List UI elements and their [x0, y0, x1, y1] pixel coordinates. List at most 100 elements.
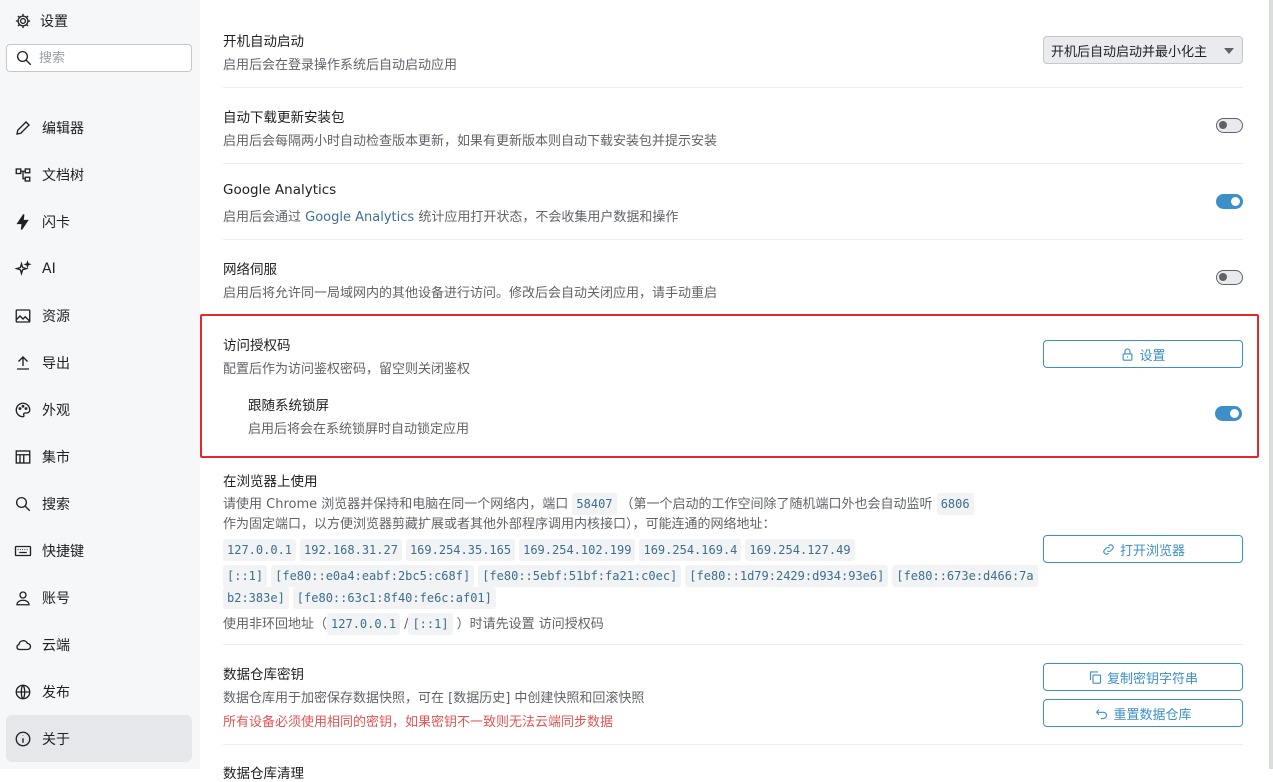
sidebar-item-editor[interactable]: 编辑器	[6, 104, 192, 151]
sidebar-nav: 编辑器 文档树 闪卡 AI 资源 导出 外观 集市 搜索 快捷键 账号 云端 发…	[6, 104, 192, 762]
loop-v4-code: 127.0.0.1	[327, 613, 401, 635]
address-code: [fe80::e0a4:eabf:2bc5:c68f]	[271, 565, 475, 587]
setting-title: 在浏览器上使用	[223, 474, 318, 490]
address-list-v4: 127.0.0.1 192.168.31.27 169.254.35.165 169.…	[223, 539, 1042, 561]
sidebar-item-export[interactable]: 导出	[6, 339, 192, 386]
button-label: 打开浏览器	[1119, 543, 1185, 559]
sidebar-item-ai[interactable]: AI	[6, 245, 192, 292]
setting-desc: 数据仓库用于加密保存数据快照，可在 [数据历史] 中创建快照和回滚快照	[223, 691, 645, 706]
sidebar-item-keymap[interactable]: 快捷键	[6, 527, 192, 574]
sidebar-item-label: 闪卡	[42, 214, 70, 231]
search-box[interactable]	[6, 44, 192, 72]
address-list-v6-wrap: b2:383e] [fe80::63c1:8f40:fe6c:af01]	[223, 587, 1042, 609]
sidebar-item-label: 资源	[42, 308, 70, 325]
desc-text: 请使用 Chrome 浏览器并保持和电脑在同一个网络内，端口	[223, 497, 569, 512]
reset-repo-button[interactable]: 重置数据仓库	[1043, 699, 1243, 727]
sidebar-item-assets[interactable]: 资源	[6, 292, 192, 339]
user-icon	[14, 589, 32, 607]
store-icon	[14, 448, 32, 466]
copy-key-button[interactable]: 复制密钥字符串	[1043, 663, 1243, 691]
network-toggle[interactable]	[1216, 270, 1243, 285]
browser-line2: 作为固定端口，以方便浏览器剪藏扩展或者其他外部程序调用内核接口），可能连通的网络…	[223, 517, 776, 532]
setting-desc: 请使用 Chrome 浏览器并保持和电脑在同一个网络内，端口 58407 （第一个…	[223, 493, 1042, 635]
address-code: b2:383e]	[223, 587, 289, 609]
sidebar: 设置 编辑器 文档树 闪卡 AI 资源 导出 外观 集市 搜索 快捷键 账号 云…	[0, 0, 200, 769]
desc-text: ）时请先设置 访问授权码	[456, 617, 604, 632]
desc-text: 启用后会通过	[223, 210, 302, 225]
address-code: [fe80::1d79:2429:d934:93e6]	[685, 565, 889, 587]
browser-note: 使用非环回地址（ 127.0.0.1/[::1] ）时请先设置 访问授权码	[223, 613, 1042, 635]
sidebar-item-label: 云端	[42, 637, 70, 654]
sidebar-item-bazaar[interactable]: 集市	[6, 433, 192, 480]
sidebar-item-label: 关于	[42, 731, 70, 748]
repo-key-warning: 所有设备必须使用相同的密钥，如果密钥不一致则无法云端同步数据	[223, 715, 614, 730]
setting-desc: 启用后会每隔两小时自动检查版本更新，如果有更新版本则自动下载安装包并提示安装	[223, 134, 718, 149]
sidebar-item-label: 搜索	[42, 496, 70, 513]
info-icon	[14, 730, 32, 748]
address-code: 127.0.0.1	[223, 539, 297, 561]
setting-network-serve: 网络伺服 启用后将允许同一局域网内的其他设备进行访问。修改后会自动关闭应用，请手…	[223, 240, 1243, 316]
highlight-box	[200, 314, 1259, 458]
sidebar-item-label: 导出	[42, 355, 70, 372]
sidebar-item-label: 文档树	[42, 167, 84, 184]
sidebar-item-appearance[interactable]: 外观	[6, 386, 192, 433]
sidebar-item-flashcard[interactable]: 闪卡	[6, 198, 192, 245]
autostart-select[interactable]: 开机后自动启动并最小化主	[1043, 36, 1243, 64]
sidebar-item-label: 发布	[42, 684, 70, 701]
button-label: 重置数据仓库	[1113, 707, 1192, 723]
address-code: [fe80::673e:d466:7a	[892, 565, 1038, 587]
sidebar-item-about[interactable]: 关于	[6, 715, 192, 762]
pencil-icon	[14, 119, 32, 137]
link-icon	[1103, 543, 1114, 555]
button-label: 复制密钥字符串	[1106, 671, 1198, 687]
sidebar-item-label: 外观	[42, 402, 70, 419]
autostart-select-value: 开机后自动启动并最小化主	[1051, 44, 1208, 60]
setting-autodownload: 自动下载更新安装包 启用后会每隔两小时自动检查版本更新，如果有更新版本则自动下载…	[223, 88, 1243, 164]
sidebar-item-filetree[interactable]: 文档树	[6, 151, 192, 198]
sidebar-item-label: 编辑器	[42, 120, 84, 137]
desc-text: 使用非环回地址（	[223, 617, 328, 632]
setting-title-next: 数据仓库清理	[223, 766, 304, 782]
gear-icon	[14, 12, 32, 30]
image-icon	[14, 307, 32, 325]
port-code: 58407	[572, 493, 617, 515]
palette-icon	[14, 401, 32, 419]
analytics-toggle[interactable]	[1216, 194, 1243, 209]
desc-text: 统计应用打开状态，不会收集用户数据和操作	[418, 210, 679, 225]
sidebar-item-account[interactable]: 账号	[6, 574, 192, 621]
autodownload-toggle[interactable]	[1216, 118, 1243, 133]
setting-repo-key: 数据仓库密钥 数据仓库用于加密保存数据快照，可在 [数据历史] 中创建快照和回滚…	[223, 645, 1243, 745]
chevron-down-icon	[1224, 48, 1234, 54]
search-icon	[15, 49, 33, 67]
sidebar-item-search[interactable]: 搜索	[6, 480, 192, 527]
upload-icon	[14, 354, 32, 372]
open-browser-button[interactable]: 打开浏览器	[1043, 535, 1243, 563]
loop-v6-code: [::1]	[408, 613, 453, 635]
address-code: [fe80::5ebf:51bf:fa21:c0ec]	[478, 565, 682, 587]
settings-title: 设置	[14, 10, 68, 32]
sparkle-icon	[14, 259, 32, 278]
copy-icon	[1089, 670, 1102, 684]
globe-icon	[14, 683, 32, 701]
setting-desc: 启用后会在登录操作系统后自动启动应用	[223, 58, 458, 73]
settings-title-label: 设置	[40, 14, 68, 30]
address-list-v6: [::1] [fe80::e0a4:eabf:2bc5:c68f] [fe80::5…	[223, 565, 1042, 587]
search-icon	[14, 495, 32, 513]
undo-icon	[1096, 708, 1108, 719]
setting-analytics: Google Analytics 启用后会通过 Google Analytics…	[223, 164, 1243, 240]
sidebar-item-publish[interactable]: 发布	[6, 668, 192, 715]
analytics-link[interactable]: Google Analytics	[305, 210, 414, 225]
sidebar-item-label: 账号	[42, 590, 70, 607]
setting-title: 自动下载更新安装包	[223, 110, 345, 126]
scrollbar[interactable]	[1269, 0, 1273, 769]
sidebar-item-label: 快捷键	[42, 543, 84, 560]
address-code: 169.254.102.199	[519, 539, 636, 561]
address-code: 169.254.169.4	[639, 539, 742, 561]
setting-title: Google Analytics	[223, 182, 337, 198]
search-input[interactable]	[39, 50, 179, 66]
sidebar-item-cloud[interactable]: 云端	[6, 621, 192, 668]
flash-icon	[14, 213, 32, 231]
address-code: 169.254.127.49	[745, 539, 855, 561]
address-code: 192.168.31.27	[300, 539, 402, 561]
address-code: [fe80::63c1:8f40:fe6c:af01]	[292, 587, 496, 609]
